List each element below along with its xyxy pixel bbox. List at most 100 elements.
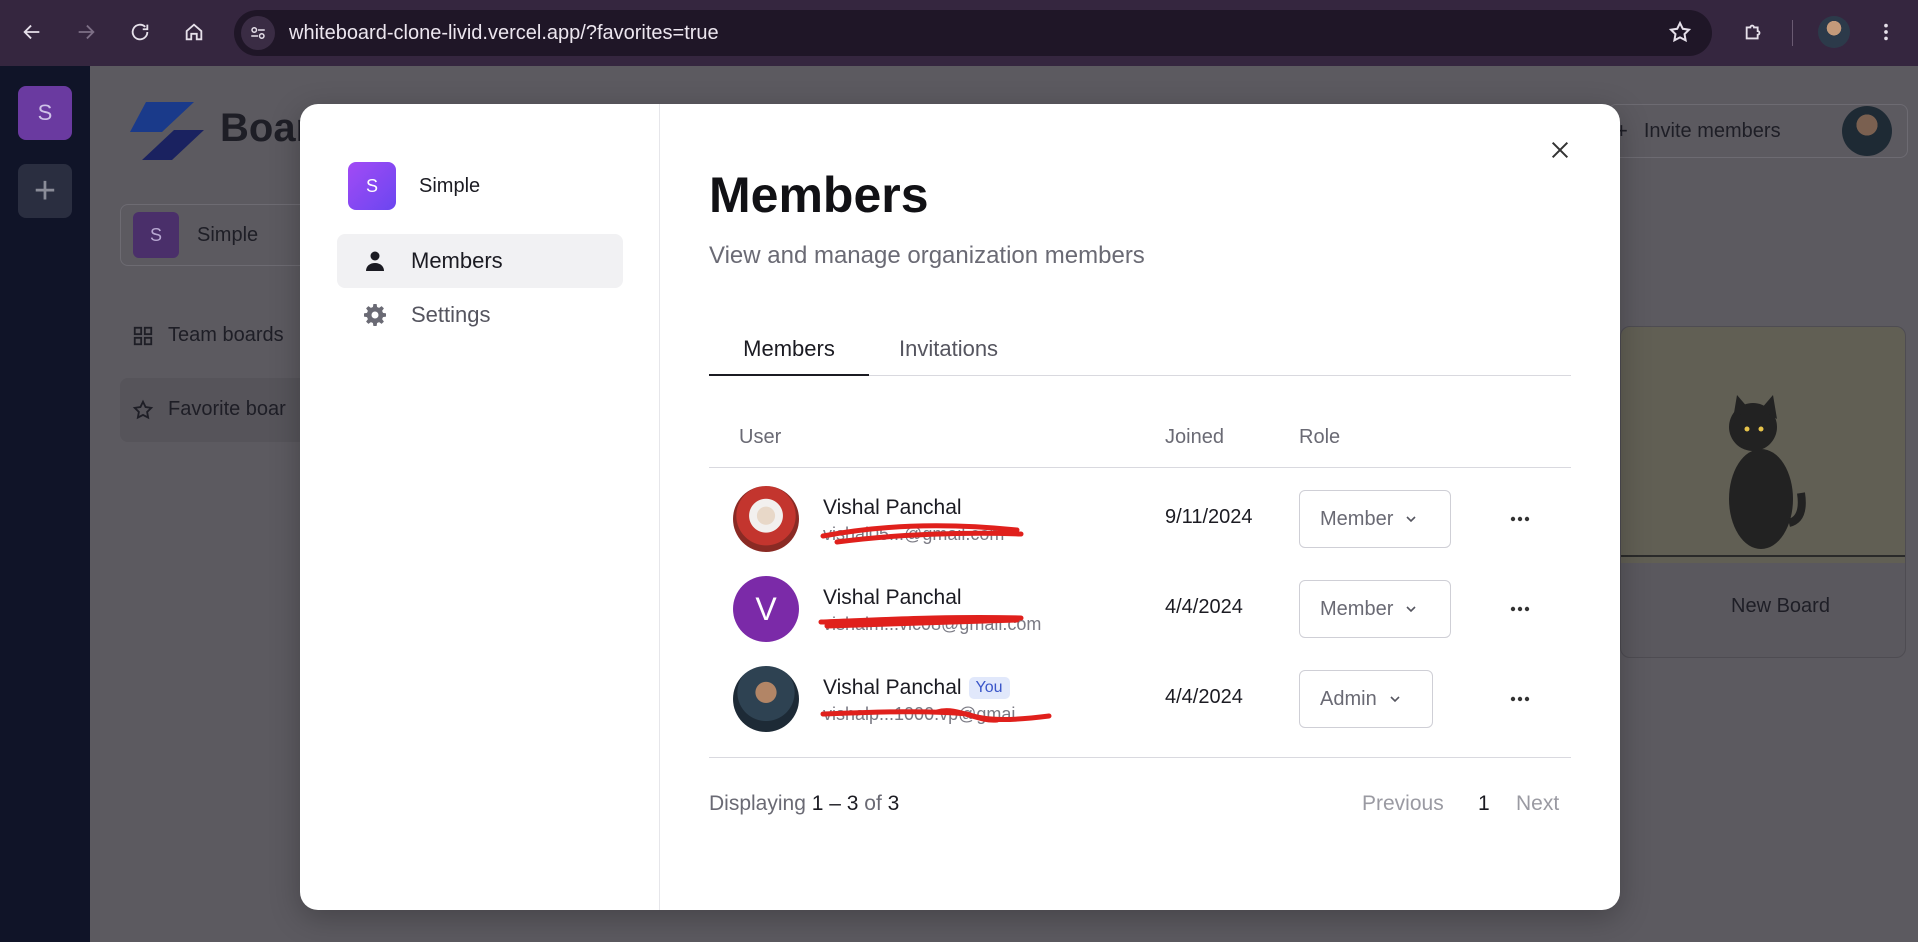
sidebar-item-settings[interactable]: Settings [337,288,623,342]
nav-team-boards[interactable]: Team boards [132,324,284,347]
puzzle-icon [1745,24,1761,40]
close-icon [1551,141,1569,159]
star-icon [132,399,154,419]
row-actions-button[interactable] [1499,498,1541,540]
row-actions-button[interactable] [1499,588,1541,630]
of-label: of [864,792,882,815]
modal-org-name: Simple [419,174,481,197]
member-name-text: Vishal Panchal [823,496,962,519]
member-name: Vishal Panchal You [823,676,1010,700]
member-email: vishalp...1000.vp@gmai [823,704,1016,724]
chevron-down-icon [1406,606,1416,613]
tab-invitations[interactable]: Invitations [899,326,998,376]
site-settings-icon[interactable] [241,16,275,50]
close-button[interactable] [1540,130,1580,170]
board-card-divider [1621,555,1905,557]
chevron-down-icon [1390,696,1400,703]
org-rail: S + [0,66,90,942]
more-horizontal-icon [1510,606,1530,612]
column-header-user: User [739,426,782,448]
table-row: Vishal Panchal You vishalp...1000.vp@gma… [709,654,1571,744]
home-button[interactable] [174,12,214,52]
column-header-joined: Joined [1165,426,1224,448]
modal-sidebar: S Simple Members Settings [300,104,660,910]
bookmark-star-icon[interactable] [1668,20,1692,49]
displaying-total: 3 [887,792,900,815]
joined-date: 4/4/2024 [1165,686,1243,708]
joined-date: 4/4/2024 [1165,596,1243,618]
cat-illustration-icon [1729,395,1806,549]
brand-name: Boar [220,106,312,150]
user-avatar[interactable] [1842,106,1892,156]
role-select-value: Member [1320,507,1394,530]
pagination-summary: Displaying 1 – 3 of 3 [709,792,899,816]
table-header: User Joined Role [709,426,1571,468]
arrow-right-icon [78,24,95,40]
nav-favorite-boards[interactable]: Favorite boar [132,398,286,421]
tab-members[interactable]: Members [709,326,869,376]
sidebar-item-members[interactable]: Members [337,234,623,288]
you-badge: You [968,677,1010,699]
home-icon [185,23,203,41]
toolbar-divider [1792,20,1793,46]
table-bottom-divider [709,757,1571,758]
page-title: Members [709,167,929,223]
forward-button[interactable] [66,12,106,52]
reload-icon [131,23,149,41]
board-card[interactable]: New Board [1620,326,1906,658]
modal-org-header: S Simple [348,162,480,210]
gear-icon [361,301,389,329]
member-name-text: Vishal Panchal [823,586,962,609]
avatar [733,666,799,732]
back-button[interactable] [12,12,52,52]
board-card-image [1621,327,1905,563]
profile-avatar[interactable] [1818,16,1850,48]
avatar [733,486,799,552]
url-text: whiteboard-clone-livid.vercel.app/?favor… [289,21,719,44]
org-badge: S [133,212,179,258]
arrow-left-icon [23,24,40,40]
rail-org-button[interactable]: S [18,86,72,140]
member-name: Vishal Panchal [823,496,962,520]
browser-toolbar: whiteboard-clone-livid.vercel.app/?favor… [0,0,1918,66]
reload-button[interactable] [120,12,160,52]
menu-button[interactable] [1866,12,1906,52]
nav-team-boards-label: Team boards [168,324,284,346]
chevron-down-icon [1406,516,1416,523]
tab-bar: Members Invitations [709,326,1571,376]
extensions-button[interactable] [1734,12,1774,52]
address-bar[interactable]: whiteboard-clone-livid.vercel.app/?favor… [234,10,1712,56]
logo-icon [130,102,204,160]
role-select-value: Member [1320,597,1394,620]
member-email: vishalm...vic08@gmail.com [823,614,1042,634]
board-card-title: New Board [1731,595,1830,617]
table-row: V Vishal Panchal vishalm...vic08@gmail.c… [709,564,1571,654]
more-horizontal-icon [1510,516,1530,522]
modal-content: Members View and manage organization mem… [660,104,1620,910]
role-select[interactable]: Member [1299,580,1451,638]
avatar: V [733,576,799,642]
previous-page-button[interactable]: Previous [1362,792,1444,816]
role-select-value: Admin [1320,687,1377,710]
invite-members-label: Invite members [1643,119,1781,142]
rail-add-org-button[interactable]: + [18,164,72,218]
page-subtitle: View and manage organization members [709,242,1145,269]
role-select[interactable]: Admin [1299,670,1433,728]
kebab-menu-icon [1884,23,1888,41]
joined-date: 9/11/2024 [1165,506,1253,528]
row-actions-button[interactable] [1499,678,1541,720]
column-header-role: Role [1299,426,1341,448]
page-number-button[interactable]: 1 [1478,792,1490,816]
nav-favorite-boards-label: Favorite boar [168,398,286,420]
role-select[interactable]: Member [1299,490,1451,548]
member-name: Vishal Panchal [823,586,962,610]
displaying-label: Displaying [709,792,806,815]
table-row: Vishal Panchal vishal05...@gmail.com 9/1… [709,474,1571,564]
person-icon [361,247,389,275]
next-page-button[interactable]: Next [1516,792,1559,816]
member-email: vishal05...@gmail.com [823,524,1005,544]
more-horizontal-icon [1510,696,1530,702]
modal-org-badge: S [348,162,396,210]
sidebar-item-label: Settings [411,302,491,327]
member-name-text: Vishal Panchal [823,676,962,699]
